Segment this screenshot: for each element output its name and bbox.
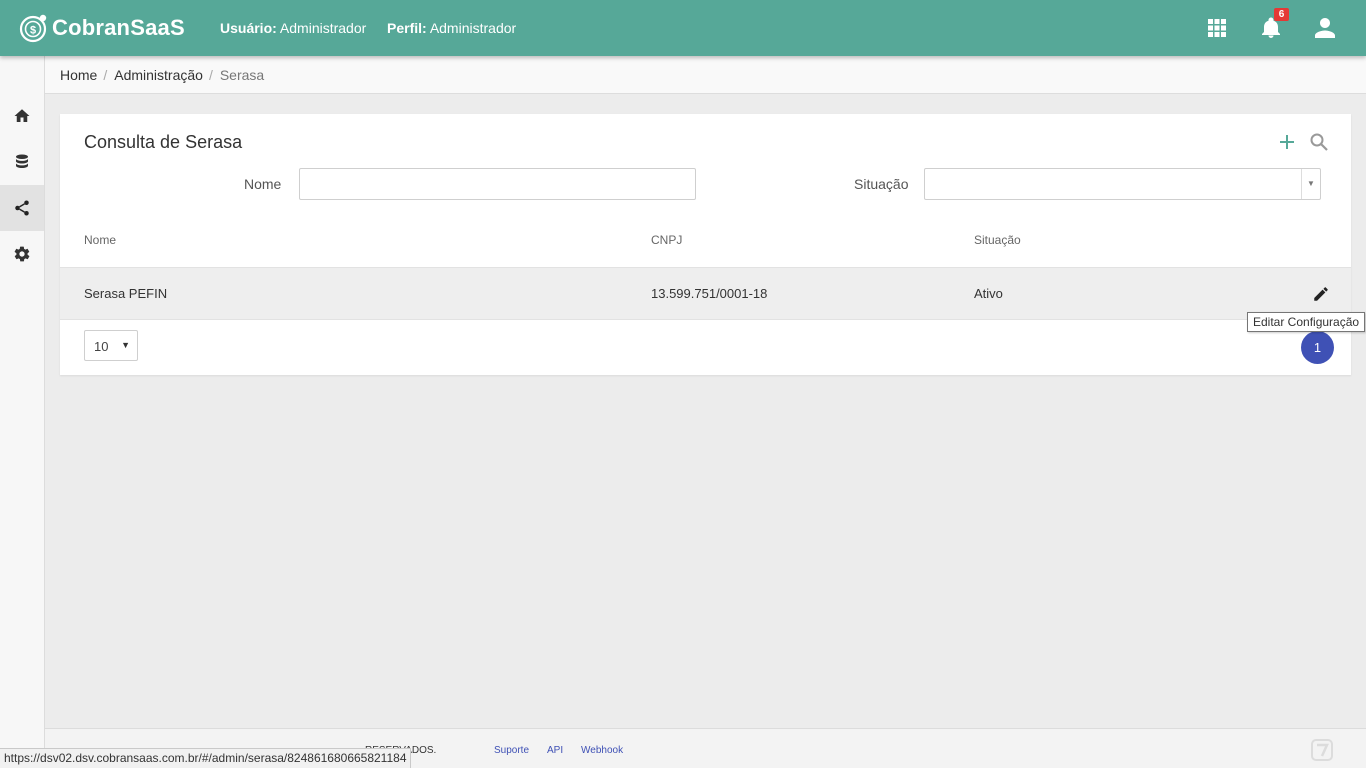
cell-cnpj: 13.599.751/0001-18	[651, 286, 768, 301]
column-header-situacao[interactable]: Situação	[974, 233, 1021, 247]
home-icon	[14, 109, 30, 122]
breadcrumb: Home / Administração / Serasa	[60, 67, 264, 83]
breadcrumb-current: Serasa	[219, 67, 265, 83]
profile-label: Perfil:	[387, 20, 427, 36]
current-user: Usuário: Administrador	[220, 20, 366, 36]
breadcrumb-separator: /	[103, 67, 108, 83]
page-size-select[interactable]: 10 ▼	[84, 330, 138, 361]
user-value: Administrador	[279, 20, 367, 36]
breadcrumb-admin[interactable]: Administração	[114, 67, 203, 83]
sidebar-item-database[interactable]	[0, 139, 44, 185]
footer-link-suporte[interactable]: Suporte	[494, 745, 529, 756]
sidebar-item-settings[interactable]	[0, 231, 44, 277]
footer-link-api[interactable]: API	[547, 745, 563, 756]
account-icon[interactable]	[1313, 16, 1337, 40]
chevron-down-icon: ▼	[121, 340, 130, 350]
top-header: $ CobranSaaS Usuário: Administrador Perf…	[0, 0, 1366, 56]
dropdown-arrow-icon: ▼	[1301, 169, 1320, 199]
share-icon	[15, 200, 29, 216]
cell-situacao: Ativo	[974, 286, 1003, 301]
brand-logo[interactable]: $ CobranSaaS	[18, 11, 185, 45]
nome-filter-input[interactable]	[299, 168, 696, 200]
breadcrumb-separator: /	[208, 67, 213, 83]
database-icon	[16, 154, 28, 168]
gear-icon	[14, 246, 30, 262]
page-size-value: 10	[94, 339, 109, 354]
page-title: Consulta de Serasa	[84, 132, 243, 152]
nome-filter-label: Nome	[244, 176, 282, 192]
profile-value: Administrador	[429, 20, 517, 36]
side-nav	[0, 56, 45, 768]
notification-count-badge: 6	[1274, 8, 1289, 21]
svg-text:$: $	[30, 25, 36, 37]
browser-status-url: https://dsv02.dsv.cobransaas.com.br/#/ad…	[0, 748, 411, 768]
footer-brand-icon	[1311, 739, 1333, 761]
pagination-page-button[interactable]: 1	[1301, 331, 1334, 364]
edit-tooltip: Editar Configuração	[1247, 312, 1366, 332]
column-header-nome[interactable]: Nome	[84, 233, 116, 247]
edit-pencil-icon[interactable]	[1312, 285, 1330, 303]
coin-logo-icon: $	[19, 14, 47, 43]
column-header-cnpj[interactable]: CNPJ	[651, 233, 682, 247]
current-profile: Perfil: Administrador	[387, 20, 516, 36]
serasa-query-panel: Consulta de Serasa Nome Situação ▼ Nome …	[60, 114, 1351, 375]
situacao-filter-label: Situação	[854, 176, 909, 192]
breadcrumb-home[interactable]: Home	[60, 67, 97, 83]
table-row[interactable]: Serasa PEFIN 13.599.751/0001-18 Ativo	[60, 267, 1351, 320]
brand-name: CobranSaaS	[52, 15, 185, 40]
sidebar-item-home[interactable]	[0, 93, 44, 139]
search-icon[interactable]	[1309, 132, 1329, 152]
footer-link-webhook[interactable]: Webhook	[581, 745, 623, 756]
breadcrumb-bar: Home / Administração / Serasa	[45, 56, 1366, 94]
sidebar-item-integrations[interactable]	[0, 185, 44, 231]
user-label: Usuário:	[220, 20, 277, 36]
situacao-filter-select[interactable]: ▼	[924, 168, 1321, 200]
apps-grid-icon[interactable]	[1205, 16, 1229, 40]
add-icon[interactable]	[1277, 132, 1297, 152]
cell-nome: Serasa PEFIN	[84, 286, 168, 301]
